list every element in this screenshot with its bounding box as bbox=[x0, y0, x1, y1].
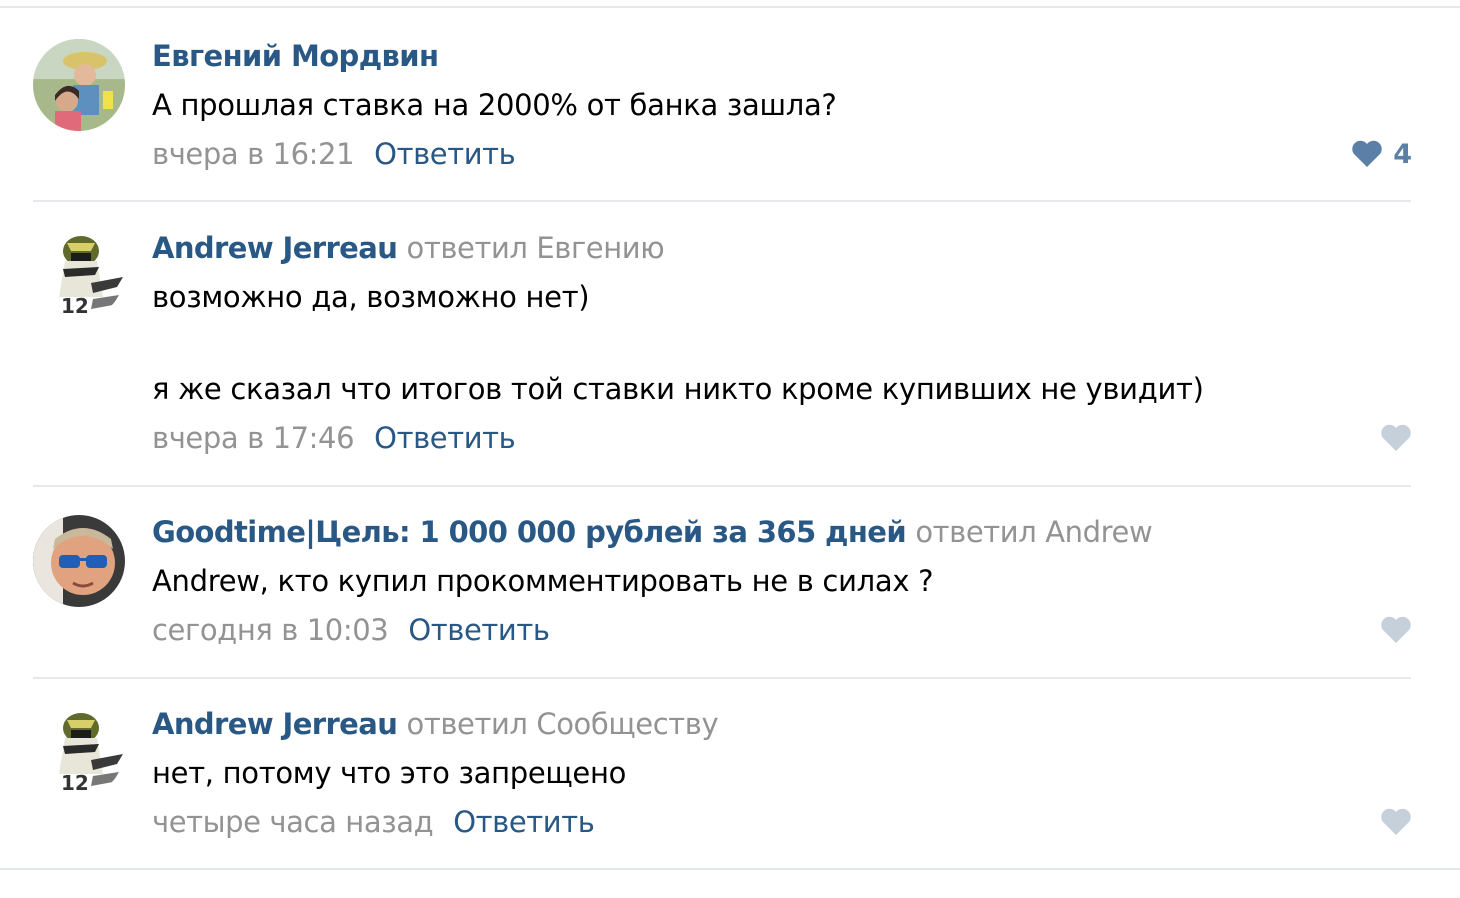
reply-button[interactable]: Ответить bbox=[453, 805, 595, 839]
avatar[interactable]: 12 bbox=[33, 704, 125, 796]
svg-text:12: 12 bbox=[61, 294, 89, 318]
reply-to-label[interactable]: ответил Евгению bbox=[406, 231, 664, 265]
comment-separator bbox=[33, 200, 1411, 202]
reply-button[interactable]: Ответить bbox=[374, 137, 516, 171]
comment-separator bbox=[33, 485, 1411, 487]
heart-icon bbox=[1381, 808, 1411, 835]
timestamp[interactable]: четыре часа назад bbox=[152, 805, 434, 839]
author-line: Andrew Jerreau ответил Сообществу bbox=[152, 706, 719, 742]
svg-text:12: 12 bbox=[61, 771, 89, 795]
heart-icon bbox=[1352, 140, 1382, 167]
author-line: Евгений Мордвин bbox=[152, 38, 439, 74]
like-button[interactable] bbox=[1380, 612, 1412, 648]
avatar[interactable]: 12 bbox=[33, 227, 125, 319]
avatar[interactable] bbox=[33, 515, 125, 607]
top-divider bbox=[0, 6, 1460, 8]
reply-button[interactable]: Ответить bbox=[408, 613, 550, 647]
author-name[interactable]: Евгений Мордвин bbox=[152, 39, 439, 73]
author-name[interactable]: Goodtime|Цель: 1 000 000 рублей за 365 д… bbox=[152, 515, 907, 549]
reply-to-label[interactable]: ответил Сообществу bbox=[406, 707, 718, 741]
like-button[interactable]: 4 bbox=[1351, 136, 1412, 172]
author-line: Andrew Jerreau ответил Евгению bbox=[152, 230, 665, 266]
avatar[interactable] bbox=[33, 39, 125, 131]
timestamp[interactable]: вчера в 16:21 bbox=[152, 137, 355, 171]
man-sunglasses-icon bbox=[33, 515, 125, 607]
comment-text: нет, потому что это запрещено bbox=[152, 756, 627, 790]
author-name[interactable]: Andrew Jerreau bbox=[152, 707, 398, 741]
bottom-divider bbox=[0, 868, 1460, 870]
author-line: Goodtime|Цель: 1 000 000 рублей за 365 д… bbox=[152, 514, 1153, 550]
timestamp[interactable]: сегодня в 10:03 bbox=[152, 613, 389, 647]
comment-meta: вчера в 17:46 Ответить bbox=[152, 420, 516, 456]
heart-icon bbox=[1381, 616, 1411, 643]
like-count: 4 bbox=[1393, 138, 1412, 170]
comment-meta: четыре часа назад Ответить bbox=[152, 804, 595, 840]
heart-icon bbox=[1381, 424, 1411, 451]
user-photo-icon bbox=[33, 39, 125, 131]
author-name[interactable]: Andrew Jerreau bbox=[152, 231, 398, 265]
comment-meta: вчера в 16:21 Ответить bbox=[152, 136, 516, 172]
comment-separator bbox=[33, 677, 1411, 679]
reply-to-label[interactable]: ответил Andrew bbox=[915, 515, 1152, 549]
comment-meta: сегодня в 10:03 Ответить bbox=[152, 612, 550, 648]
like-button[interactable] bbox=[1380, 804, 1412, 840]
timestamp[interactable]: вчера в 17:46 bbox=[152, 421, 355, 455]
comment-text: возможно да, возможно нет) bbox=[152, 280, 590, 314]
comment-text: Andrew, кто купил прокомментировать не в… bbox=[152, 564, 934, 598]
comment-text: я же сказал что итогов той ставки никто … bbox=[152, 372, 1204, 406]
motorcycle-helmet-icon: 12 bbox=[33, 704, 125, 796]
reply-button[interactable]: Ответить bbox=[374, 421, 516, 455]
comment-text: А прошлая ставка на 2000% от банка зашла… bbox=[152, 88, 837, 122]
motorcycle-helmet-icon: 12 bbox=[33, 227, 125, 319]
like-button[interactable] bbox=[1380, 420, 1412, 456]
